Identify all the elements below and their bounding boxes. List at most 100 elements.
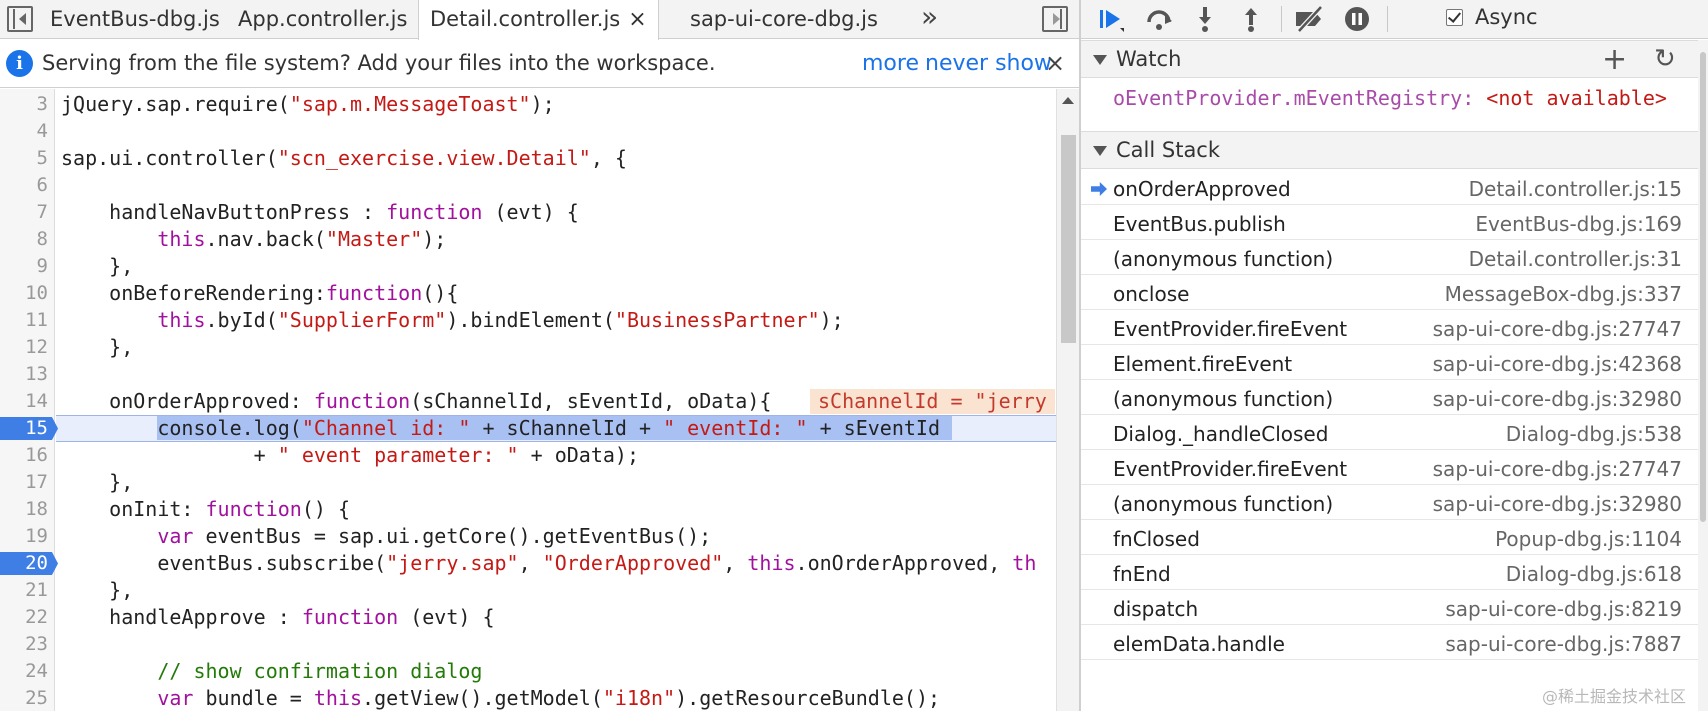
line-number[interactable]: 8 (0, 226, 48, 253)
frame-location-link[interactable]: Detail.controller.js:31 (1469, 247, 1682, 271)
code-line[interactable]: 19 var eventBus = sap.ui.getCore().getEv… (0, 523, 1056, 550)
pause-on-exceptions-icon[interactable] (1341, 4, 1373, 34)
code-line[interactable]: 20 eventBus.subscribe("jerry.sap", "Orde… (0, 550, 1056, 577)
close-icon[interactable]: × (1045, 49, 1065, 77)
line-number[interactable]: 3 (0, 91, 48, 118)
code-line[interactable]: 8 this.nav.back("Master"); (0, 226, 1056, 253)
step-out-icon[interactable] (1235, 4, 1267, 34)
line-number[interactable]: 6 (0, 172, 48, 199)
checkbox-icon[interactable] (1446, 9, 1463, 26)
call-stack-frame[interactable]: Element.fireEvent sap-ui-core-dbg.js:4236… (1081, 345, 1698, 380)
call-stack-frame[interactable]: onclose MessageBox-dbg.js:337 (1081, 275, 1698, 310)
call-stack-frame[interactable]: fnEnd Dialog-dbg.js:618 (1081, 555, 1698, 590)
line-number[interactable]: 16 (0, 442, 48, 469)
line-number[interactable]: 4 (0, 118, 48, 145)
code-line[interactable]: 5 sap.ui.controller("scn_exercise.view.De… (0, 145, 1056, 172)
frame-location-link[interactable]: Dialog-dbg.js:538 (1506, 422, 1682, 446)
collapse-triangle-icon[interactable] (1093, 55, 1107, 65)
step-into-icon[interactable] (1189, 4, 1221, 34)
line-number[interactable]: 7 (0, 199, 48, 226)
watch-section-header[interactable]: Watch + ↻ (1081, 40, 1698, 78)
code-line[interactable]: 16 + " event parameter: " + oData); (0, 442, 1056, 469)
frame-location-link[interactable]: EventBus-dbg.js:169 (1475, 212, 1682, 236)
frame-location-link[interactable]: sap-ui-core-dbg.js:32980 (1433, 387, 1682, 411)
code-line[interactable]: 12 }, (0, 334, 1056, 361)
code-line[interactable]: 22 handleApprove : function (evt) { (0, 604, 1056, 631)
code-line[interactable]: 25 var bundle = this.getView().getModel(… (0, 685, 1056, 711)
code-line[interactable]: 3 jQuery.sap.require("sap.m.MessageToast"… (0, 91, 1056, 118)
sidebar-scrollbar[interactable] (1698, 40, 1708, 711)
line-number[interactable]: 21 (0, 577, 48, 604)
call-stack-frame[interactable]: Dialog._handleClosed Dialog-dbg.js:538 (1081, 415, 1698, 450)
code-line[interactable]: 11 this.byId("SupplierForm").bindElement… (0, 307, 1056, 334)
code-line[interactable]: 18 onInit: function() { (0, 496, 1056, 523)
line-number[interactable]: 12 (0, 334, 48, 361)
line-number[interactable]: 11 (0, 307, 48, 334)
resume-icon[interactable] (1095, 4, 1127, 34)
call-stack-frame[interactable]: fnClosed Popup-dbg.js:1104 (1081, 520, 1698, 555)
frame-location-link[interactable]: Popup-dbg.js:1104 (1495, 527, 1682, 551)
code-line[interactable]: 10 onBeforeRendering:function(){ (0, 280, 1056, 307)
frame-location-link[interactable]: MessageBox-dbg.js:337 (1445, 282, 1682, 306)
line-number[interactable]: 9 (0, 253, 48, 280)
frame-location-link[interactable]: sap-ui-core-dbg.js:32980 (1433, 492, 1682, 516)
frame-location-link[interactable]: sap-ui-core-dbg.js:27747 (1433, 317, 1682, 341)
code-line[interactable]: 4 (0, 118, 1056, 145)
line-number[interactable]: 18 (0, 496, 48, 523)
line-number[interactable]: 23 (0, 631, 48, 658)
call-stack-frame[interactable]: elemData.handle sap-ui-core-dbg.js:7887 (1081, 625, 1698, 660)
code-line[interactable]: 14 onOrderApproved: function(sChannelId,… (0, 388, 1056, 415)
frame-location-link[interactable]: Dialog-dbg.js:618 (1506, 562, 1682, 586)
never-show-link[interactable]: never show (925, 51, 1052, 76)
code-line[interactable]: 17 }, (0, 469, 1056, 496)
code-line[interactable]: 24 // show confirmation dialog (0, 658, 1056, 685)
call-stack-frame[interactable]: dispatch sap-ui-core-dbg.js:8219 (1081, 590, 1698, 625)
code-line[interactable]: 6 (0, 172, 1056, 199)
code-line[interactable]: 9 }, (0, 253, 1056, 280)
watch-expression[interactable]: oEventProvider.mEventRegistry: <not avai… (1113, 85, 1667, 112)
tab-app-controller[interactable]: App.controller.js (238, 0, 407, 38)
deactivate-breakpoints-icon[interactable] (1293, 4, 1325, 34)
line-number[interactable]: 22 (0, 604, 48, 631)
step-over-icon[interactable] (1143, 4, 1175, 34)
tab-eventbus-dbg[interactable]: EventBus-dbg.js (50, 0, 220, 38)
code-line[interactable]: 7 handleNavButtonPress : function (evt) … (0, 199, 1056, 226)
call-stack-frame[interactable]: (anonymous function) sap-ui-core-dbg.js:3… (1081, 380, 1698, 415)
call-stack-frame[interactable]: EventBus.publish EventBus-dbg.js:169 (1081, 205, 1698, 240)
tab-detail-controller[interactable]: Detail.controller.js × (418, 0, 659, 40)
frame-location-link[interactable]: sap-ui-core-dbg.js:7887 (1445, 632, 1682, 656)
line-number[interactable]: 19 (0, 523, 48, 550)
refresh-icon[interactable]: ↻ (1654, 44, 1676, 74)
call-stack-frame[interactable]: EventProvider.fireEvent sap-ui-core-dbg.j… (1081, 450, 1698, 485)
line-number[interactable]: 5 (0, 145, 48, 172)
call-stack-section-header[interactable]: Call Stack (1081, 131, 1698, 169)
line-number[interactable]: 17 (0, 469, 48, 496)
line-number[interactable]: 15 (0, 415, 48, 442)
scrollbar-thumb[interactable] (1700, 52, 1706, 522)
code-editor[interactable]: 3 jQuery.sap.require("sap.m.MessageToast"… (0, 89, 1056, 711)
line-number[interactable]: 20 (0, 550, 48, 577)
frame-location-link[interactable]: Detail.controller.js:15 (1469, 177, 1682, 201)
code-line[interactable]: 15 console.log("Channel id: " + sChannel… (0, 415, 1056, 442)
editor-scrollbar[interactable] (1056, 89, 1079, 711)
line-number[interactable]: 10 (0, 280, 48, 307)
tab-overflow-icon[interactable]: » (921, 0, 938, 38)
call-stack-frame[interactable]: EventProvider.fireEvent sap-ui-core-dbg.j… (1081, 310, 1698, 345)
tab-sap-ui-core-dbg[interactable]: sap-ui-core-dbg.js (690, 0, 878, 38)
line-number[interactable]: 13 (0, 361, 48, 388)
call-stack-frame[interactable]: (anonymous function) Detail.controller.js… (1081, 240, 1698, 275)
code-line[interactable]: 23 (0, 631, 1056, 658)
toggle-debugger-icon[interactable] (1042, 6, 1068, 32)
toggle-navigator-icon[interactable] (7, 6, 33, 32)
frame-location-link[interactable]: sap-ui-core-dbg.js:8219 (1445, 597, 1682, 621)
scroll-up-icon[interactable] (1062, 97, 1074, 104)
async-checkbox[interactable]: Async (1446, 5, 1538, 29)
line-number[interactable]: 14 (0, 388, 48, 415)
line-number[interactable]: 24 (0, 658, 48, 685)
code-line[interactable]: 13 (0, 361, 1056, 388)
line-number[interactable]: 25 (0, 685, 48, 711)
frame-location-link[interactable]: sap-ui-core-dbg.js:27747 (1433, 457, 1682, 481)
scrollbar-thumb[interactable] (1061, 135, 1076, 343)
close-icon[interactable]: × (628, 7, 646, 32)
more-link[interactable]: more (862, 51, 919, 76)
